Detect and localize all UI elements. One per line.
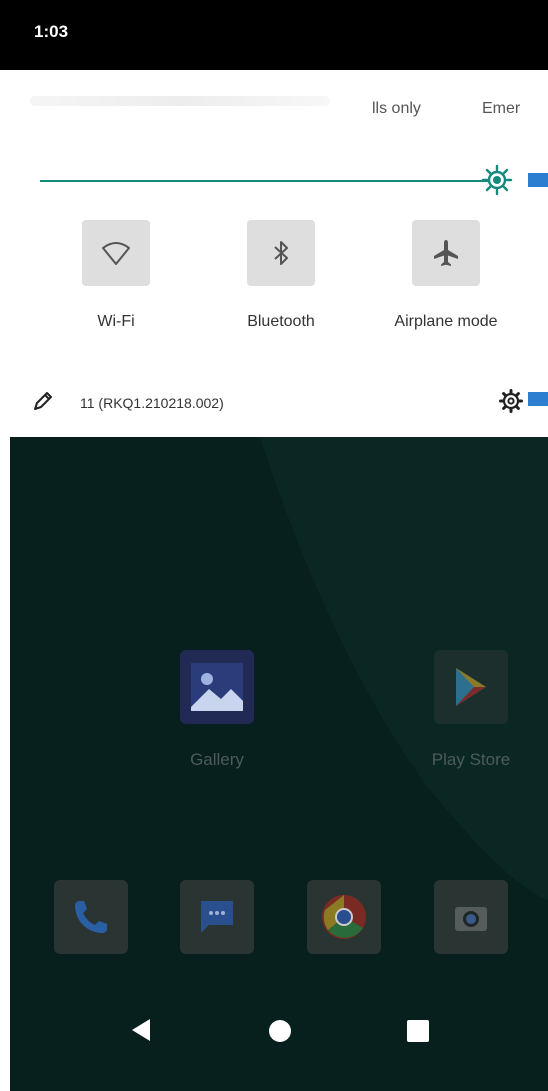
chrome-icon [322,895,366,939]
quick-settings-panel: lls only Emer Wi-Fi Bluetooth Airplane m… [10,70,548,437]
home-button[interactable] [268,1019,292,1043]
airplane-icon [434,240,458,266]
edge-marker [528,173,548,187]
edit-button[interactable] [32,390,54,412]
status-time: 1:03 [34,22,69,41]
bluetooth-icon [274,241,288,265]
gear-icon [499,389,523,413]
gallery-icon [191,663,243,711]
play-store-label: Play Store [431,750,511,769]
settings-button[interactable] [498,388,524,414]
status-bar: 1:03 [0,0,548,70]
camera-app[interactable] [434,880,508,954]
gallery-app[interactable] [180,650,254,724]
chrome-app[interactable] [307,880,381,954]
camera-icon [455,907,487,931]
edge-marker [528,392,548,406]
messages-icon [201,901,233,933]
wifi-icon [102,242,130,265]
gallery-label: Gallery [190,750,244,769]
messages-app[interactable] [180,880,254,954]
phone-app[interactable] [54,880,128,954]
bluetooth-label: Bluetooth [247,313,315,330]
blurred-header-text [30,96,330,106]
airplane-label: Airplane mode [394,313,498,330]
play-store-icon [456,668,486,706]
calls-only-mode[interactable]: lls only [372,100,421,118]
recents-icon [407,1020,429,1042]
pencil-icon [34,392,52,410]
build-number[interactable]: 11 (RKQ1.210218.002) [80,395,224,411]
back-button[interactable] [126,1015,156,1045]
wifi-label: Wi-Fi [97,313,135,330]
airplane-tile[interactable] [412,220,480,286]
recents-button[interactable] [406,1019,430,1043]
brightness-icon[interactable] [481,164,513,196]
wifi-tile[interactable] [82,220,150,286]
bluetooth-tile[interactable] [247,220,315,286]
home-icon [269,1020,291,1042]
play-store-app[interactable] [434,650,508,724]
back-icon [132,1019,150,1041]
brightness-slider[interactable] [40,180,494,182]
phone-icon [75,901,107,933]
emergency-mode[interactable]: Emer [482,100,520,118]
